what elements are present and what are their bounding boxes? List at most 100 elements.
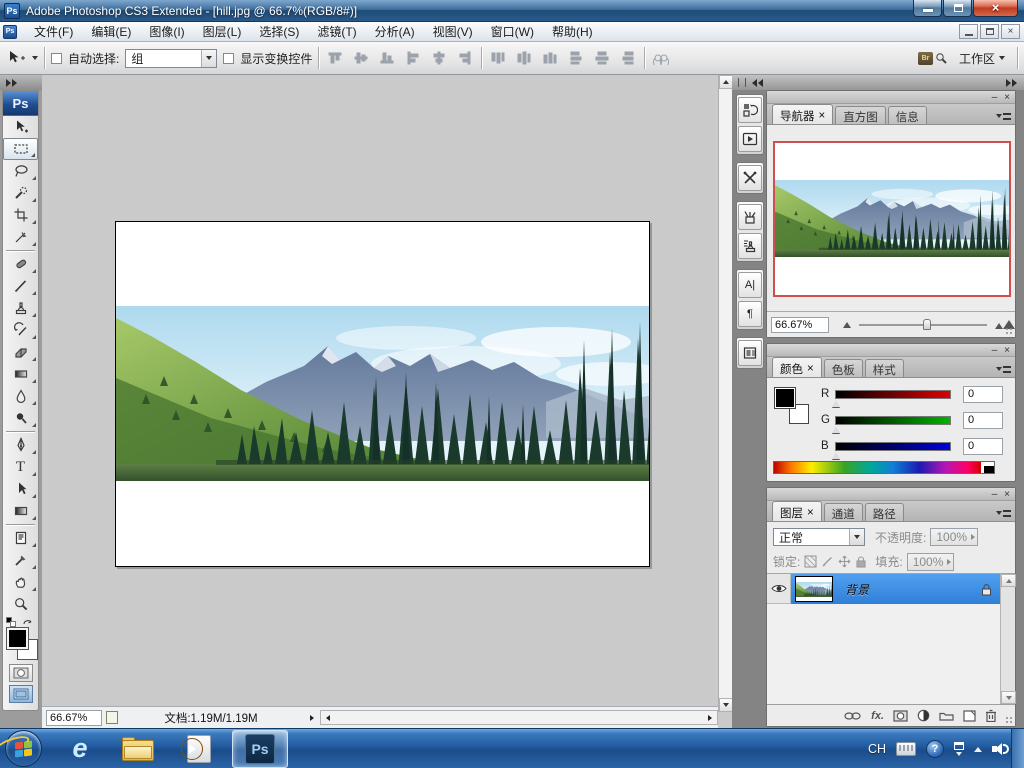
- brushes-panel-button[interactable]: [738, 204, 762, 230]
- panel-menu-icon[interactable]: [996, 507, 1012, 519]
- menu-edit[interactable]: 编辑(E): [82, 21, 140, 42]
- close-button[interactable]: ×: [973, 0, 1018, 17]
- scroll-up-arrow[interactable]: [719, 75, 733, 89]
- quick-mask-button[interactable]: [8, 664, 33, 682]
- keyboard-icon[interactable]: [896, 742, 916, 756]
- zoom-out-icon[interactable]: [843, 321, 851, 328]
- blue-slider[interactable]: [832, 441, 951, 459]
- scroll-right-arrow[interactable]: [703, 711, 717, 724]
- panel-menu-icon[interactable]: [996, 110, 1012, 122]
- show-desktop-button[interactable]: [1011, 729, 1024, 768]
- distribute-top-button[interactable]: [488, 48, 508, 68]
- menu-image[interactable]: 图像(I): [140, 21, 193, 42]
- workspace-dropdown[interactable]: 工作区: [953, 47, 1011, 70]
- language-bar-options-icon[interactable]: [954, 742, 964, 756]
- menu-filter[interactable]: 滤镜(T): [308, 21, 365, 42]
- tab-layers[interactable]: 图层 ×: [772, 501, 822, 521]
- blend-mode-dropdown[interactable]: 正常: [773, 528, 865, 546]
- navigator-zoom-field[interactable]: 66.67%: [771, 316, 829, 333]
- tab-styles[interactable]: 样式: [864, 359, 904, 377]
- lock-all-icon[interactable]: [855, 555, 867, 568]
- distribute-right-button[interactable]: [618, 48, 638, 68]
- delete-layer-icon[interactable]: [985, 709, 997, 722]
- layer-name[interactable]: 背景: [845, 581, 869, 598]
- distribute-vcenter-button[interactable]: [514, 48, 534, 68]
- paragraph-panel-button[interactable]: ¶: [738, 301, 762, 327]
- visibility-cell[interactable]: [767, 574, 791, 604]
- tab-swatches[interactable]: 色板: [823, 359, 863, 377]
- navigator-proxy-view[interactable]: [773, 141, 1011, 297]
- menu-window[interactable]: 窗口(W): [482, 21, 543, 42]
- align-top-button[interactable]: [325, 48, 345, 68]
- show-transform-checkbox[interactable]: [223, 52, 235, 64]
- distribute-hcenter-button[interactable]: [592, 48, 612, 68]
- history-brush-tool[interactable]: [3, 319, 38, 341]
- volume-icon[interactable]: [992, 741, 1009, 757]
- background-layer-row[interactable]: 背景: [767, 574, 1000, 604]
- foreground-color-swatch[interactable]: [6, 627, 29, 650]
- rectangular-marquee-tool[interactable]: [3, 138, 38, 160]
- gradient-tool[interactable]: [3, 363, 38, 385]
- auto-select-dropdown[interactable]: 组: [125, 48, 218, 68]
- vertical-scrollbar[interactable]: [718, 75, 733, 712]
- type-tool[interactable]: T: [3, 456, 38, 478]
- healing-brush-tool[interactable]: [3, 253, 38, 275]
- menu-file[interactable]: 文件(F): [25, 21, 82, 42]
- minimize-button[interactable]: [913, 0, 942, 17]
- hand-tool[interactable]: [3, 571, 38, 593]
- path-selection-tool[interactable]: [3, 478, 38, 500]
- actions-panel-button[interactable]: [738, 126, 762, 152]
- lock-position-icon[interactable]: [838, 555, 851, 568]
- tab-paths[interactable]: 路径: [864, 503, 904, 521]
- layer-comps-panel-button[interactable]: [738, 340, 762, 366]
- slice-tool[interactable]: [3, 226, 38, 248]
- distribute-left-button[interactable]: [566, 48, 586, 68]
- show-hidden-icons[interactable]: [974, 746, 982, 752]
- taskbar-photoshop-active[interactable]: Ps: [232, 729, 288, 768]
- document-canvas[interactable]: [115, 221, 650, 567]
- scroll-down-arrow[interactable]: [719, 698, 733, 712]
- layer-list-scrollbar[interactable]: [1000, 574, 1016, 704]
- color-spectrum-ramp[interactable]: [773, 461, 995, 474]
- layer-scroll-down[interactable]: [1001, 691, 1016, 704]
- navigator-zoom-slider[interactable]: [859, 318, 987, 330]
- panel-close-icon[interactable]: ×: [1004, 345, 1010, 355]
- adjustment-layer-icon[interactable]: [917, 709, 930, 722]
- panel-minimize-icon[interactable]: –: [992, 92, 998, 102]
- panel-menu-icon[interactable]: [996, 363, 1012, 375]
- clone-source-panel-button[interactable]: [738, 233, 762, 259]
- panel-resize-grip[interactable]: [1005, 716, 1013, 724]
- scroll-left-arrow[interactable]: [321, 711, 335, 724]
- default-colors-icon[interactable]: [6, 617, 16, 627]
- blue-value-field[interactable]: 0: [963, 437, 1003, 455]
- green-slider[interactable]: [832, 415, 951, 433]
- new-group-icon[interactable]: [939, 710, 954, 721]
- selected-layer[interactable]: 背景: [791, 574, 1000, 604]
- layer-thumbnail[interactable]: [795, 576, 833, 602]
- lasso-tool[interactable]: [3, 160, 38, 182]
- tools-collapse-bar[interactable]: [0, 75, 42, 90]
- layer-scroll-up[interactable]: [1001, 574, 1016, 587]
- doc-restore-button[interactable]: [980, 24, 999, 39]
- clone-stamp-tool[interactable]: [3, 297, 38, 319]
- taskbar-ie[interactable]: e: [0, 731, 100, 767]
- tool-preset-arrow[interactable]: [32, 56, 38, 60]
- crop-tool[interactable]: [3, 204, 38, 226]
- tab-color[interactable]: 颜色 ×: [772, 357, 822, 377]
- panel-resize-grip[interactable]: [1005, 327, 1013, 335]
- tab-info[interactable]: 信息: [887, 106, 927, 124]
- eraser-tool[interactable]: [3, 341, 38, 363]
- opacity-field[interactable]: 100%: [930, 528, 979, 546]
- eyedropper-tool[interactable]: [3, 549, 38, 571]
- taskbar-explorer[interactable]: [118, 731, 158, 767]
- ps-logo[interactable]: Ps: [3, 91, 38, 116]
- lock-transparency-icon[interactable]: [804, 555, 817, 568]
- zoom-tool[interactable]: [3, 593, 38, 615]
- add-mask-icon[interactable]: [893, 709, 908, 722]
- move-tool[interactable]: [3, 116, 38, 138]
- align-left-button[interactable]: [403, 48, 423, 68]
- align-vcenter-button[interactable]: [351, 48, 371, 68]
- input-language-indicator[interactable]: CH: [868, 742, 886, 756]
- quick-selection-tool[interactable]: [3, 182, 38, 204]
- tool-presets-panel-button[interactable]: [738, 165, 762, 191]
